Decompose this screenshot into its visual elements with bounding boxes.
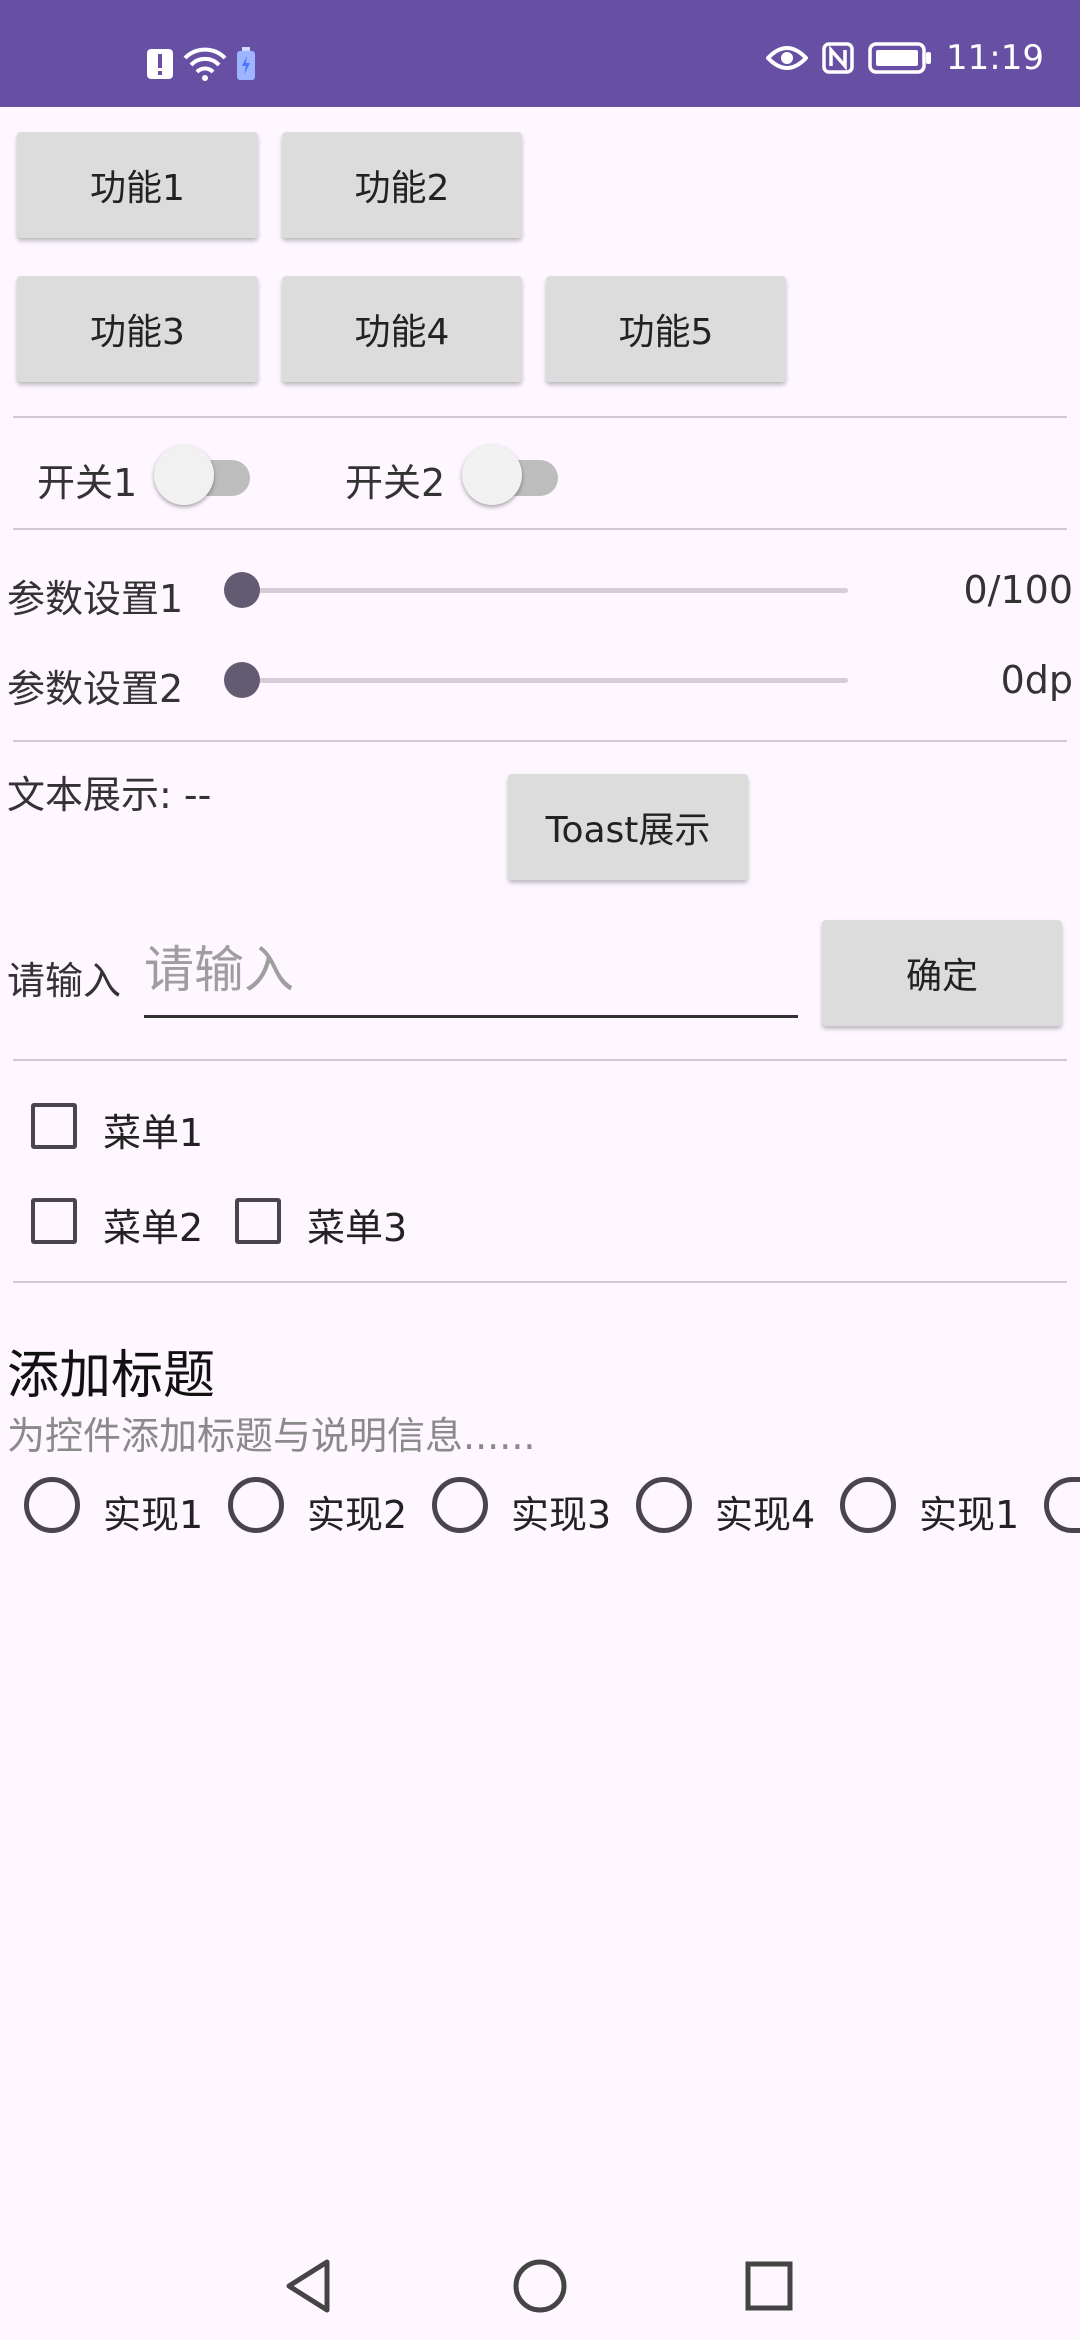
radio-impl-4-label: 实现4 [715,1493,816,1537]
function-5-button[interactable]: 功能5 [546,276,786,382]
section-subtitle: 为控件添加标题与说明信息...... [7,1414,536,1458]
switch-1-toggle[interactable] [154,445,250,505]
switch-2-label: 开关2 [345,461,446,505]
radio-impl-4[interactable] [636,1477,692,1533]
toast-button[interactable]: Toast展示 [508,774,748,880]
checkbox-menu-1-label: 菜单1 [103,1111,204,1155]
radio-impl-6-partial[interactable] [1044,1477,1080,1533]
divider [13,416,1067,418]
checkbox-menu-3[interactable] [235,1198,281,1244]
navigation-bar [0,2230,1080,2340]
battery-icon [868,42,932,74]
checkbox-menu-3-label: 菜单3 [307,1206,408,1250]
slider-thumb[interactable] [224,662,260,698]
function-1-button[interactable]: 功能1 [17,132,258,238]
section-title: 添加标题 [7,1346,216,1406]
battery-saver-icon [237,47,255,80]
radio-impl-2-label: 实现2 [307,1493,408,1537]
nfc-icon [822,42,854,74]
checkbox-menu-1[interactable] [31,1103,77,1149]
radio-impl-5-label: 实现1 [919,1493,1020,1537]
back-triangle-icon[interactable] [283,2258,333,2314]
divider [13,740,1067,742]
radio-impl-2[interactable] [228,1477,284,1533]
switch-1-label: 开关1 [37,461,138,505]
eye-icon [766,46,809,70]
wifi-icon [183,47,227,81]
function-2-button[interactable]: 功能2 [282,132,522,238]
slider-track [228,588,848,593]
switch-thumb [462,445,522,505]
checkbox-menu-2[interactable] [31,1198,77,1244]
confirm-button[interactable]: 确定 [822,920,1062,1026]
slider-track [228,678,848,683]
function-3-button[interactable]: 功能3 [17,276,258,382]
divider [13,1059,1067,1061]
slider-1-label: 参数设置1 [7,577,184,621]
radio-impl-5[interactable] [840,1477,896,1533]
switch-thumb [154,445,214,505]
slider-thumb[interactable] [224,572,260,608]
checkbox-menu-2-label: 菜单2 [103,1206,204,1250]
radio-impl-1-label: 实现1 [103,1493,204,1537]
switch-2-toggle[interactable] [462,445,558,505]
divider [13,1281,1067,1283]
slider-2-label: 参数设置2 [7,667,184,711]
home-circle-icon[interactable] [512,2258,568,2314]
alert-icon [147,49,173,79]
slider-1[interactable] [224,570,848,610]
status-bar: 11:19 [0,0,1080,107]
input-label: 请输入 [7,959,122,1003]
text-input[interactable] [144,925,798,1018]
status-time: 11:19 [946,38,1044,78]
text-display-label: 文本展示: -- [7,773,212,817]
slider-1-value: 0/100 [963,568,1073,612]
slider-2[interactable] [224,660,848,700]
divider [13,528,1067,530]
radio-impl-1[interactable] [24,1477,80,1533]
radio-impl-3[interactable] [432,1477,488,1533]
radio-impl-3-label: 实现3 [511,1493,612,1537]
status-right-icons: 11:19 [766,38,1044,78]
slider-2-value: 0dp [1000,658,1073,702]
recents-square-icon[interactable] [744,2260,794,2312]
function-4-button[interactable]: 功能4 [282,276,522,382]
status-left-icons [146,46,256,82]
